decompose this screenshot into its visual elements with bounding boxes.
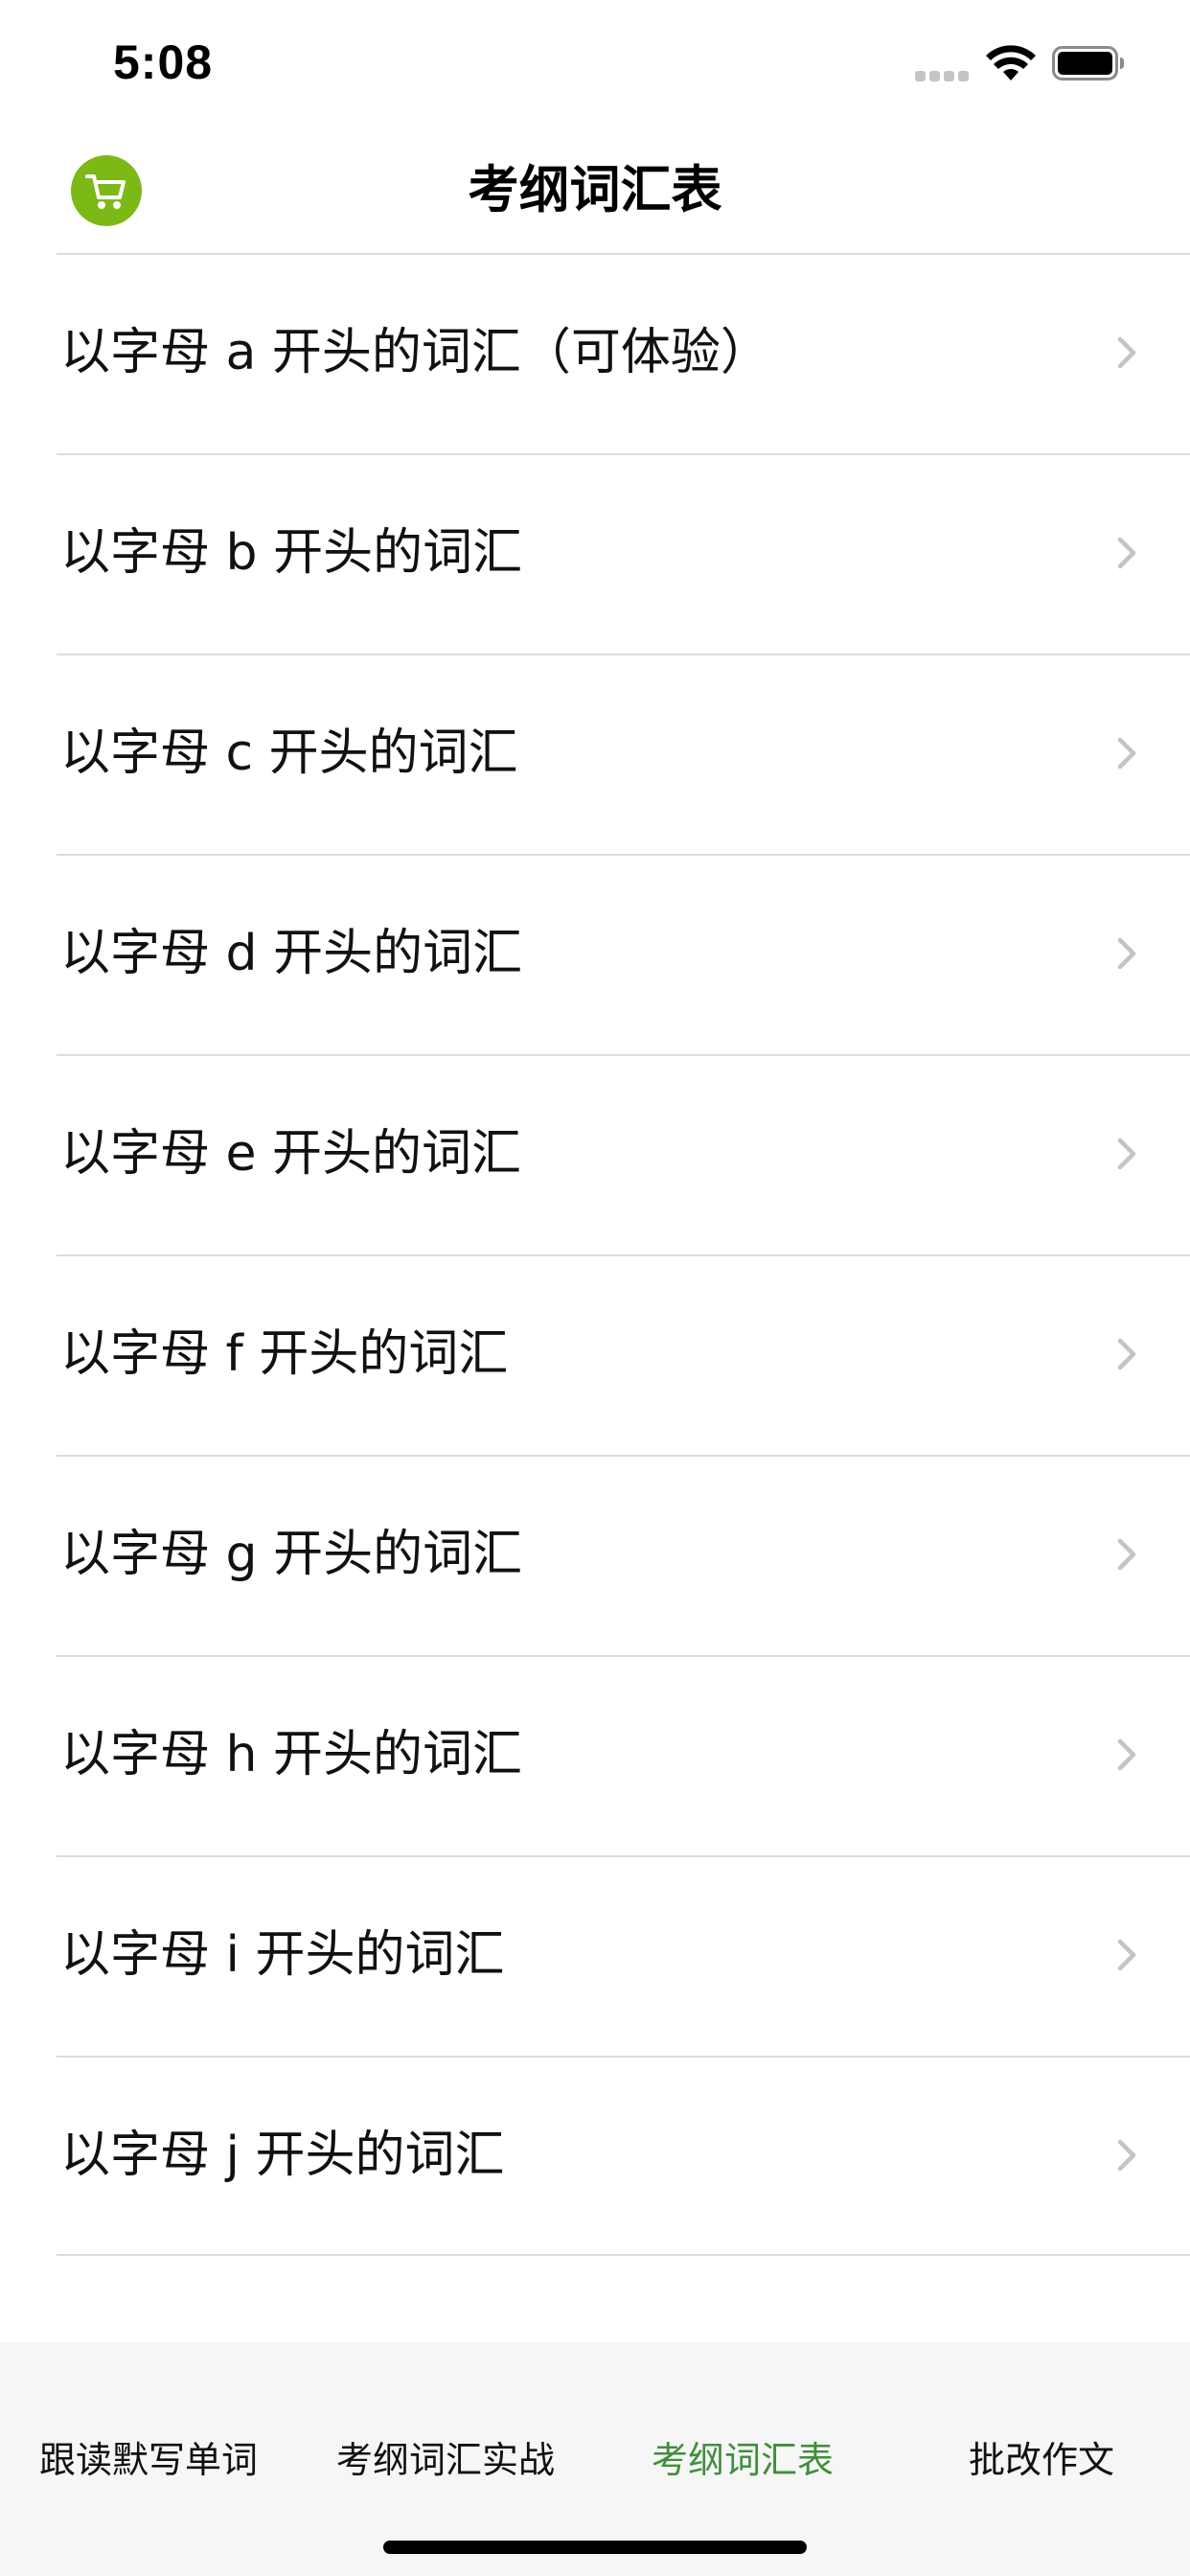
list-item-a[interactable]: 以字母 a 开头的词汇（可体验） bbox=[57, 253, 1190, 453]
status-bar: 5:08 bbox=[0, 0, 1190, 128]
list-item-label: 以字母 i 开头的词汇 bbox=[60, 1926, 505, 1984]
chevron-right-icon bbox=[1117, 1138, 1136, 1170]
list-item-label: 以字母 j 开头的词汇 bbox=[60, 2127, 505, 2184]
tab-essay-correction[interactable]: 批改作文 bbox=[893, 2436, 1190, 2484]
chevron-right-icon bbox=[1117, 1538, 1136, 1571]
chevron-right-icon bbox=[1117, 737, 1136, 770]
list-item-j[interactable]: 以字母 j 开头的词汇 bbox=[57, 2056, 1190, 2256]
list-item-label: 以字母 e 开头的词汇 bbox=[60, 1125, 522, 1183]
list-item-e[interactable]: 以字母 e 开头的词汇 bbox=[57, 1054, 1190, 1254]
list-item-label: 以字母 d 开头的词汇 bbox=[60, 925, 523, 982]
wifi-icon bbox=[986, 45, 1036, 80]
status-time: 5:08 bbox=[113, 35, 214, 89]
list-item-label: 以字母 f 开头的词汇 bbox=[60, 1325, 509, 1383]
tab-follow-dictation[interactable]: 跟读默写单词 bbox=[0, 2436, 297, 2484]
chevron-right-icon bbox=[1117, 1939, 1136, 1971]
list-item-c[interactable]: 以字母 c 开头的词汇 bbox=[57, 654, 1190, 854]
list-item-g[interactable]: 以字母 g 开头的词汇 bbox=[57, 1455, 1190, 1655]
letter-list: 以字母 a 开头的词汇（可体验） 以字母 b 开头的词汇 以字母 c 开头的词汇… bbox=[0, 253, 1190, 2256]
chevron-right-icon bbox=[1117, 537, 1136, 569]
list-item-label: 以字母 b 开头的词汇 bbox=[60, 524, 523, 582]
cellular-signal-icon bbox=[915, 71, 971, 82]
home-indicator bbox=[383, 2541, 807, 2554]
chevron-right-icon bbox=[1117, 336, 1136, 369]
list-item-label: 以字母 c 开头的词汇 bbox=[60, 724, 518, 782]
list-item-label: 以字母 a 开头的词汇（可体验） bbox=[60, 324, 770, 381]
page-title: 考纲词汇表 bbox=[468, 161, 722, 219]
chevron-right-icon bbox=[1117, 937, 1136, 970]
chevron-right-icon bbox=[1117, 2139, 1136, 2172]
list-item-b[interactable]: 以字母 b 开头的词汇 bbox=[57, 453, 1190, 654]
list-item-h[interactable]: 以字母 h 开头的词汇 bbox=[57, 1655, 1190, 1855]
chevron-right-icon bbox=[1117, 1738, 1136, 1771]
battery-icon bbox=[1052, 46, 1124, 80]
chevron-right-icon bbox=[1117, 1338, 1136, 1370]
list-item-label: 以字母 g 开头的词汇 bbox=[60, 1526, 523, 1583]
nav-bar: 考纲词汇表 bbox=[0, 128, 1190, 253]
list-item-f[interactable]: 以字母 f 开头的词汇 bbox=[57, 1254, 1190, 1455]
tab-vocab-list[interactable]: 考纲词汇表 bbox=[594, 2436, 891, 2484]
list-item-label: 以字母 h 开头的词汇 bbox=[60, 1726, 523, 1783]
list-item-d[interactable]: 以字母 d 开头的词汇 bbox=[57, 854, 1190, 1054]
list-item-i[interactable]: 以字母 i 开头的词汇 bbox=[57, 1855, 1190, 2056]
tab-vocab-practice[interactable]: 考纲词汇实战 bbox=[297, 2436, 594, 2484]
